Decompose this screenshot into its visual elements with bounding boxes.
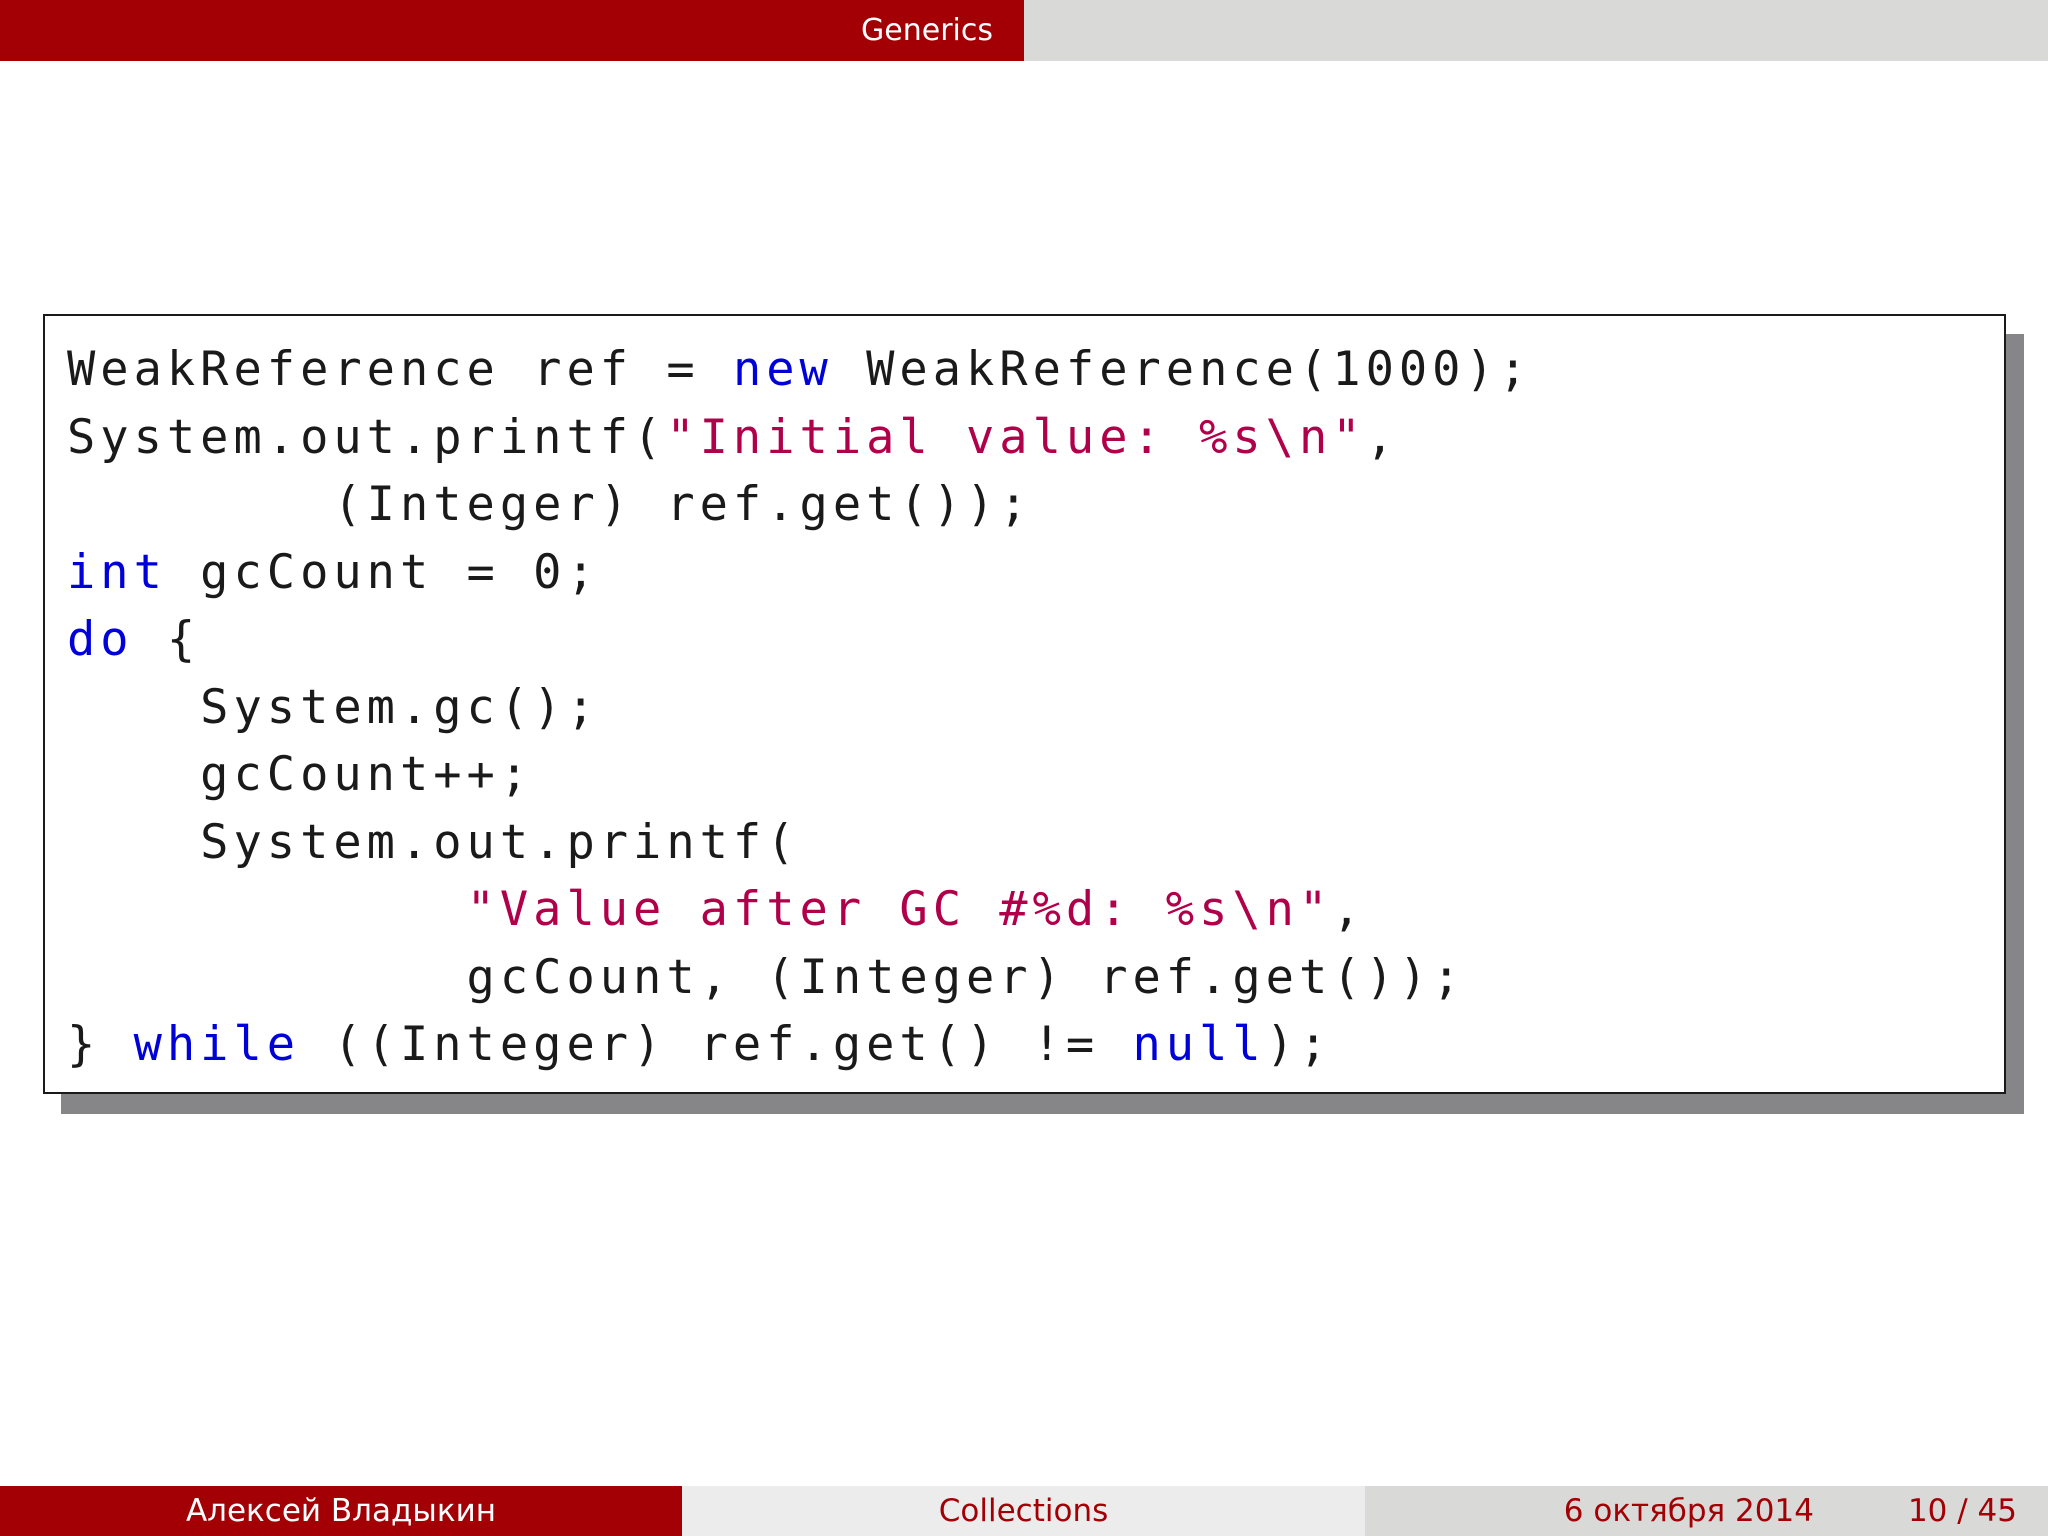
code-text: ((Integer) ref.get() != xyxy=(300,1017,1133,1072)
code-string: "Value after GC #%d: %s\n" xyxy=(466,882,1333,937)
code-text: WeakReference ref = xyxy=(67,342,733,397)
code-line: "Value after GC #%d: %s\n", xyxy=(67,876,2004,944)
code-text: System.out.printf( xyxy=(67,409,667,465)
code-text: System.gc(); xyxy=(67,679,600,735)
code-line: int gcCount = 0; xyxy=(67,539,2004,607)
code-text: WeakReference(1000); xyxy=(832,342,1533,397)
code-keyword: int xyxy=(67,544,167,600)
footer-bar: Алексей Владыкин Collections 6 октября 2… xyxy=(0,1486,2048,1536)
code-text: { xyxy=(133,612,201,667)
code-line: do { xyxy=(67,606,2004,674)
code-line: WeakReference ref = new WeakReference(10… xyxy=(67,336,2004,404)
code-string: "Initial value: %s\n" xyxy=(666,409,1366,465)
code-line: gcCount++; xyxy=(67,741,2004,809)
header-filler xyxy=(1024,0,2048,61)
section-title: Generics xyxy=(861,13,993,48)
footer-title: Collections xyxy=(682,1486,1365,1536)
code-keyword: do xyxy=(67,612,134,667)
code-text: gcCount++; xyxy=(67,747,534,802)
page-number: 10 / 45 xyxy=(1907,1493,2017,1529)
code-line: System.gc(); xyxy=(67,674,2004,742)
code-line: System.out.printf( xyxy=(67,809,2004,877)
code-text: gcCount = 0; xyxy=(166,544,600,600)
code-keyword: new xyxy=(732,342,833,397)
code-text: } xyxy=(67,1017,134,1072)
footer-author: Алексей Владыкин xyxy=(0,1486,682,1536)
header-section-area: Generics xyxy=(0,0,1024,61)
code-line: (Integer) ref.get()); xyxy=(67,471,2004,539)
code-line: gcCount, (Integer) ref.get()); xyxy=(67,944,2004,1012)
code-line: } while ((Integer) ref.get() != null); xyxy=(67,1011,2004,1079)
code-line: System.out.printf("Initial value: %s\n", xyxy=(67,404,2004,472)
footer-date: 6 октября 2014 xyxy=(1563,1493,1814,1529)
code-text: , xyxy=(1365,409,1399,465)
code-text: System.out.printf( xyxy=(67,814,800,870)
code-keyword: null xyxy=(1132,1017,1266,1072)
header-bar: Generics xyxy=(0,0,2048,61)
code-keyword: while xyxy=(133,1017,301,1072)
code-text: ); xyxy=(1265,1017,1333,1072)
footer-info: 6 октября 2014 10 / 45 xyxy=(1365,1486,2048,1536)
code-text: gcCount, (Integer) ref.get()); xyxy=(67,949,1466,1005)
code-block: WeakReference ref = new WeakReference(10… xyxy=(43,314,2006,1094)
code-text: , xyxy=(1332,882,1366,937)
code-text: (Integer) ref.get()); xyxy=(67,477,1033,532)
